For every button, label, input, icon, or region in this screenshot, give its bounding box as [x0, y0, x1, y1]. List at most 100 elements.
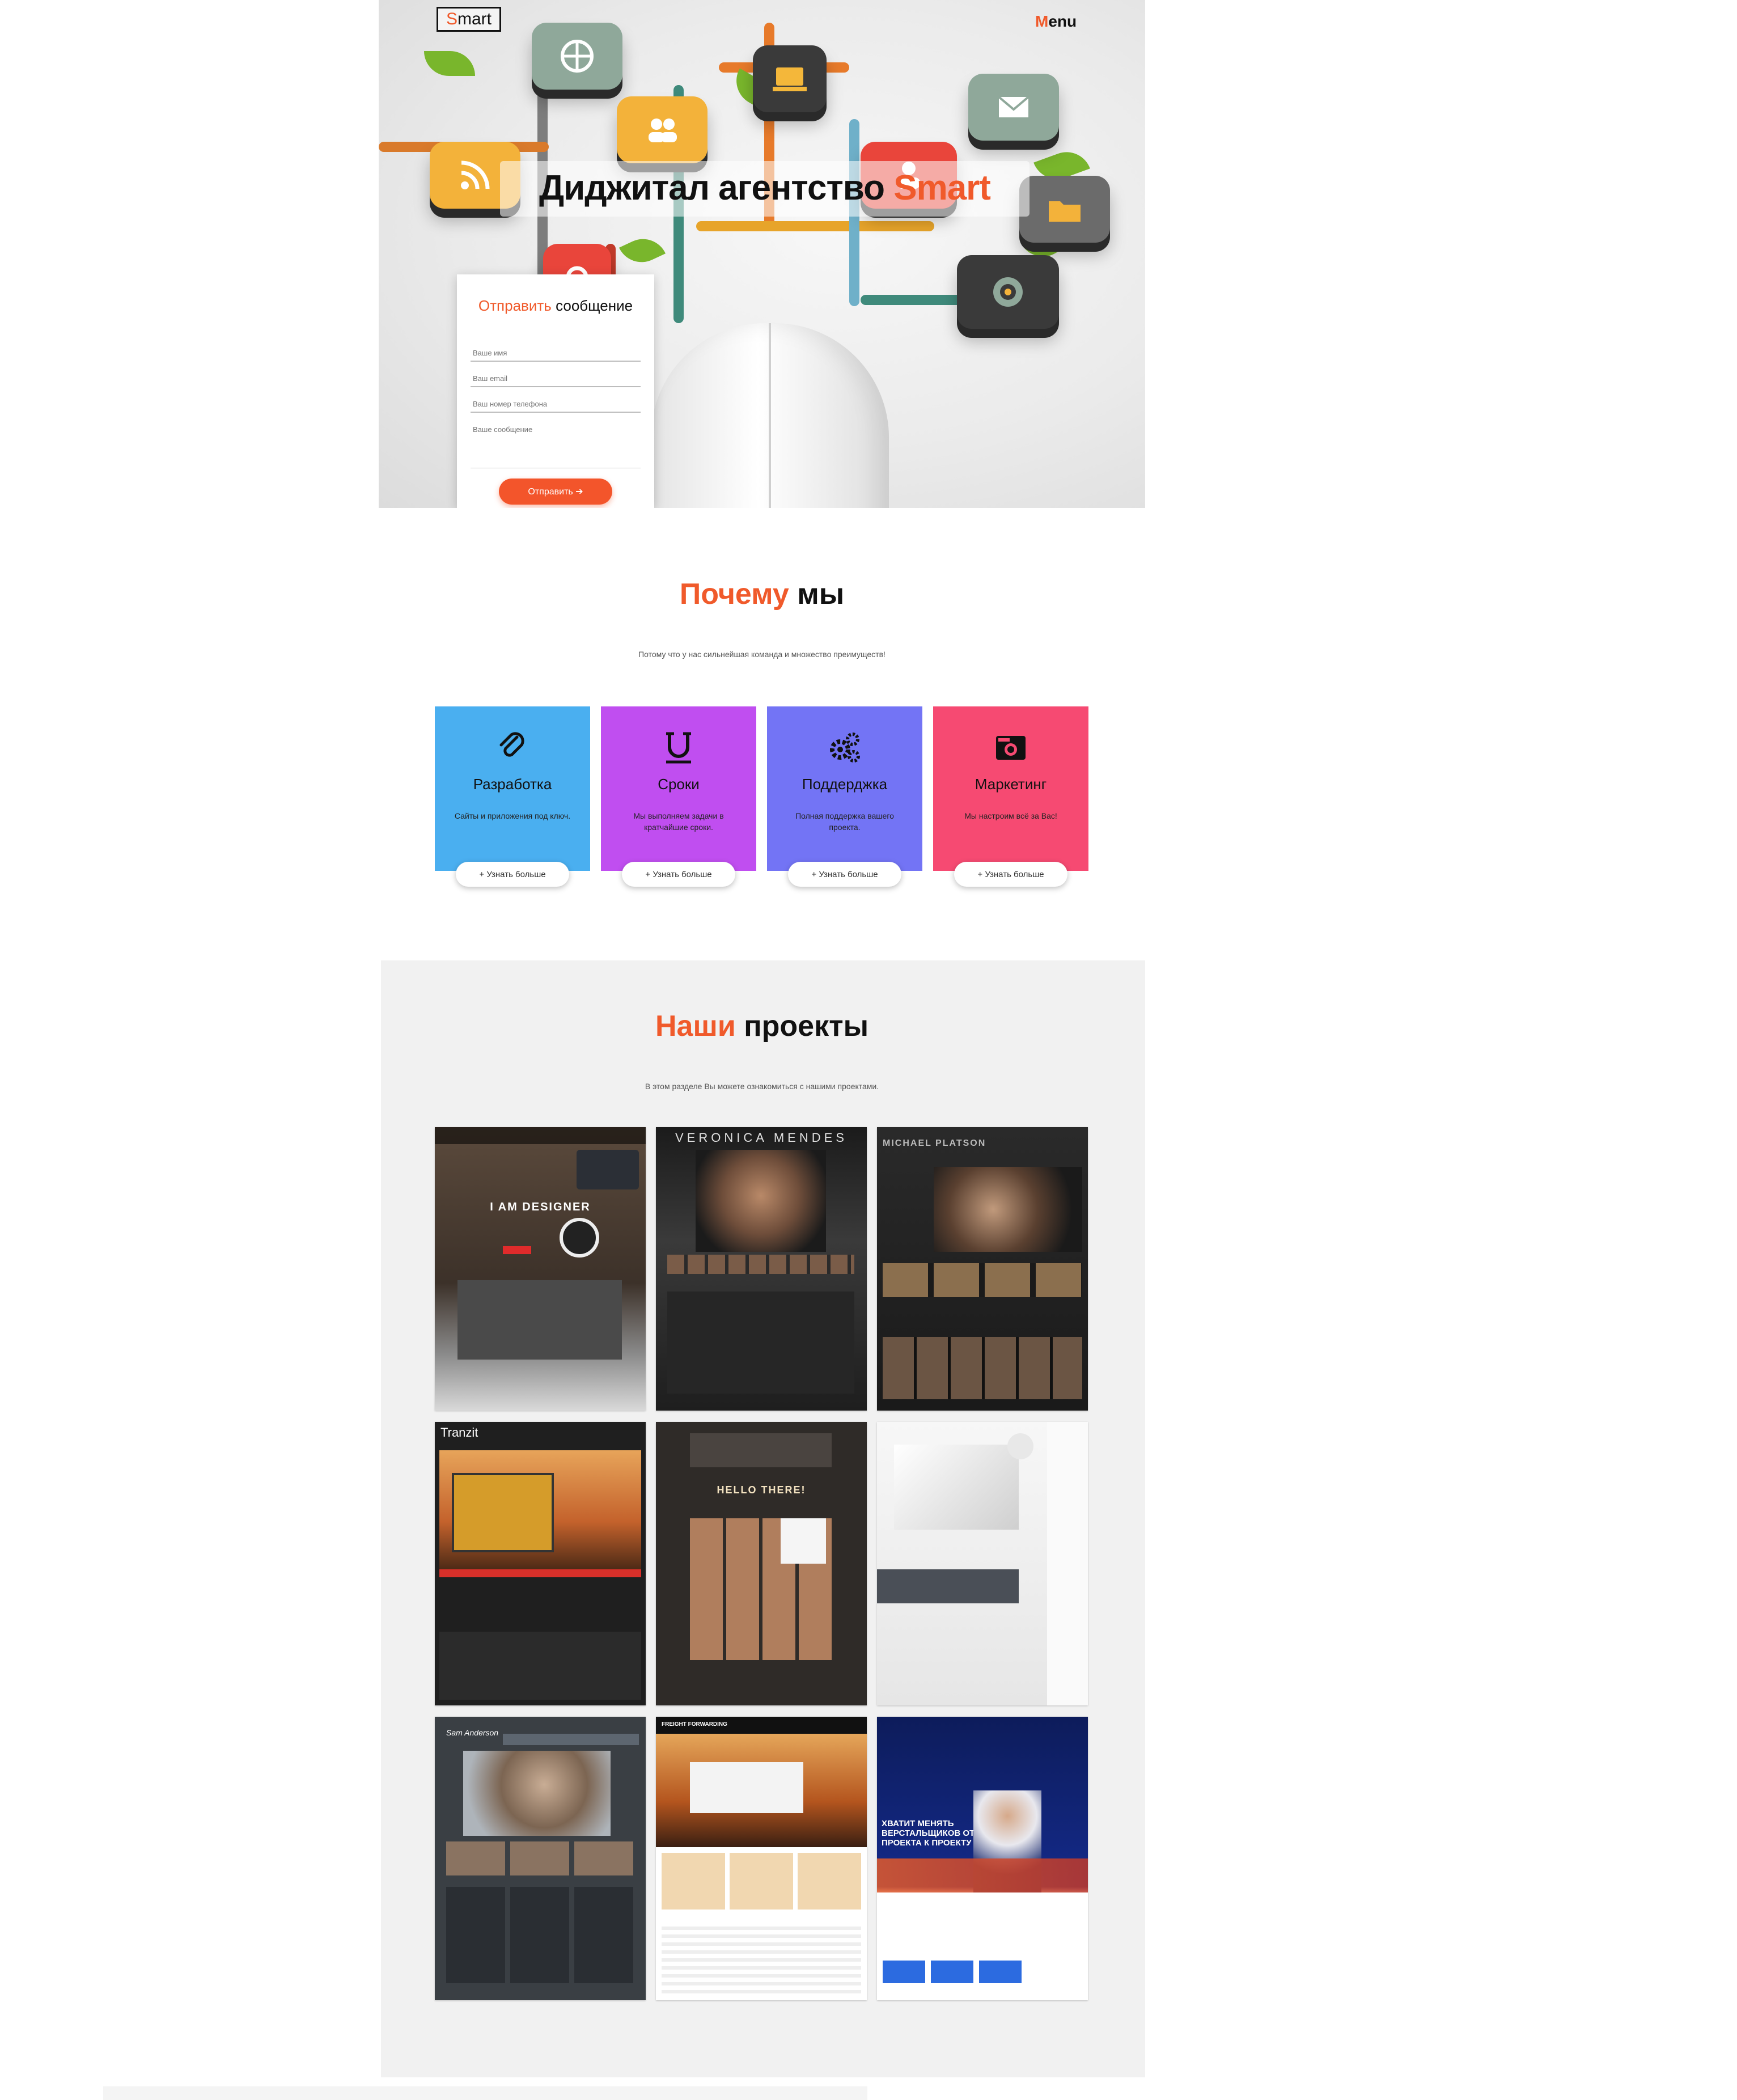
project-cta	[503, 1246, 531, 1254]
project-thumbnail[interactable]: HELLO THERE!	[656, 1422, 867, 1705]
project-nav-bar	[503, 1734, 639, 1745]
projects-title-rest: проекты	[744, 1010, 868, 1043]
paperclip-icon	[494, 729, 531, 765]
hero-section: Smart Menu Диджитал агентство Smart Отпр…	[379, 0, 1145, 508]
gallery-strip	[667, 1255, 854, 1274]
project-caption: HELLO THERE!	[717, 1484, 806, 1496]
learn-more-button[interactable]: + Узнать больше	[622, 862, 735, 887]
projects-subtitle: В этом разделе Вы можете ознакомиться с …	[645, 1082, 879, 1091]
projects-title-accent: Наши	[655, 1010, 736, 1043]
feature-text: Полная поддержка вашего проекта.	[795, 811, 894, 832]
truck-shape	[452, 1473, 554, 1552]
feature-text: Мы выполняем задачи в кратчайшие сроки.	[633, 811, 724, 832]
feature-title: Поддерджка	[802, 776, 888, 793]
contact-form-title: Отправить сообщение	[471, 297, 641, 315]
mail-icon	[998, 96, 1030, 117]
project-thumbnail[interactable]: I AM DESIGNER	[435, 1127, 646, 1411]
project-thumbnail[interactable]: Sam Anderson	[435, 1717, 646, 2000]
contact-form-title-rest: сообщение	[556, 297, 633, 314]
project-content	[457, 1280, 622, 1360]
feature-title: Разработка	[473, 776, 552, 793]
project-caption: Tranzit	[440, 1425, 478, 1439]
decor-leaf	[424, 51, 475, 76]
gallery-strip	[883, 1263, 1082, 1297]
project-caption: MICHAEL PLATSON	[883, 1138, 986, 1148]
project-content	[439, 1632, 641, 1700]
target-icon	[993, 277, 1023, 307]
feature-title: Сроки	[658, 776, 700, 793]
message-field[interactable]	[471, 421, 641, 468]
why-us-title: Почему мы	[379, 577, 1145, 611]
email-field[interactable]	[471, 370, 641, 387]
portrait-image	[696, 1150, 826, 1252]
portrait-image	[463, 1751, 611, 1836]
logo-text: mart	[457, 10, 492, 28]
project-header	[690, 1433, 832, 1467]
rss-icon	[461, 160, 490, 189]
target-tile	[957, 255, 1059, 329]
dark-band	[877, 1569, 1019, 1603]
feature-card-marketing: Маркетинг Мы настроим всё за Вас! + Узна…	[933, 706, 1088, 887]
menu-button[interactable]: Menu	[1035, 12, 1077, 31]
project-thumbnail[interactable]: FREIGHT FORWARDING	[656, 1717, 867, 2000]
project-caption: FREIGHT FORWARDING	[662, 1721, 727, 1728]
hero-band	[877, 1858, 1088, 1892]
users-icon	[649, 118, 677, 142]
project-caption: VERONICA MENDES	[675, 1131, 848, 1145]
site-logo[interactable]: Smart	[437, 7, 501, 32]
about-box	[781, 1518, 826, 1564]
hero-title-main: Диджитал агентство	[539, 168, 885, 208]
menu-label: enu	[1048, 12, 1077, 30]
truck-shape	[690, 1762, 803, 1813]
mouse-split-line	[769, 323, 771, 508]
footer-strip	[103, 2086, 867, 2100]
learn-more-button[interactable]: + Узнать больше	[456, 862, 569, 887]
side-preview	[1047, 1422, 1088, 1705]
project-content	[662, 1927, 861, 1995]
feature-card-support: Поддерджка Полная поддержка вашего проек…	[767, 706, 922, 887]
project-thumbnail[interactable]: MICHAEL PLATSON	[877, 1127, 1088, 1411]
laptop-icon	[773, 67, 807, 91]
mail-tile	[968, 74, 1059, 141]
contact-form: Отправить сообщение Отправить ➔	[457, 274, 654, 508]
project-thumbnail[interactable]	[877, 1422, 1088, 1705]
phone-field[interactable]	[471, 395, 641, 413]
coffee-cup-image	[560, 1218, 599, 1258]
project-nav-bar	[435, 1127, 646, 1144]
devices-image	[894, 1445, 1019, 1530]
folder-tile	[1019, 176, 1110, 243]
folder-icon	[1049, 201, 1081, 222]
gears-icon	[827, 729, 863, 765]
learn-more-button[interactable]: + Узнать больше	[788, 862, 901, 887]
feature-text: Мы настроим всё за Вас!	[964, 811, 1057, 820]
project-thumbnail[interactable]: ХВАТИТ МЕНЯТЬ ВЕРСТАЛЬЩИКОВ ОТ ПРОЕКТА К…	[877, 1717, 1088, 2000]
laptop-image	[577, 1150, 639, 1189]
portrait-image	[934, 1167, 1082, 1252]
service-cards	[662, 1853, 861, 1910]
project-content	[446, 1887, 633, 1983]
laptop-tile	[753, 45, 827, 112]
why-us-title-accent: Почему	[679, 578, 789, 611]
project-thumbnail[interactable]: Tranzit	[435, 1422, 646, 1705]
users-tile	[617, 96, 707, 163]
project-thumbnail[interactable]: VERONICA MENDES	[656, 1127, 867, 1411]
project-content	[667, 1292, 854, 1394]
name-field[interactable]	[471, 344, 641, 362]
project-caption: I AM DESIGNER	[490, 1201, 591, 1213]
projects-title: Наши проекты	[379, 1009, 1145, 1043]
menu-accent-letter: M	[1035, 12, 1049, 30]
feature-text: Сайты и приложения под ключ.	[454, 811, 571, 820]
feature-card-deadlines: Сроки Мы выполняем задачи в кратчайшие с…	[601, 706, 756, 887]
gallery-strip	[446, 1841, 633, 1875]
why-us-title-rest: мы	[797, 578, 845, 611]
learn-more-button[interactable]: + Узнать больше	[954, 862, 1067, 887]
hero-title: Диджитал агентство Smart	[500, 164, 1030, 212]
globe-icon	[561, 40, 594, 73]
project-banner	[439, 1569, 641, 1577]
contact-form-title-accent: Отправить	[478, 297, 552, 314]
logo-accent-letter: S	[446, 10, 457, 28]
feature-card-development: Разработка Сайты и приложения под ключ. …	[435, 706, 590, 887]
decor-wire	[696, 221, 934, 231]
send-button[interactable]: Отправить ➔	[499, 479, 612, 505]
gallery-strip	[883, 1337, 1082, 1399]
